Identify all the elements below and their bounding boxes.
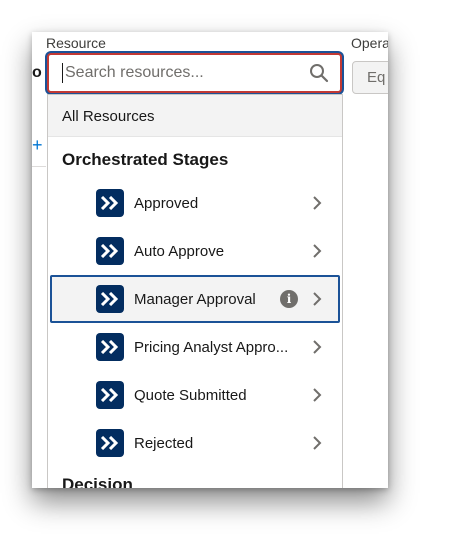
stage-item-label: Approved xyxy=(134,194,199,212)
stage-item-label: Manager Approval xyxy=(134,290,256,308)
chevron-right-double-icon xyxy=(96,333,124,361)
stage-item-quote-submitted[interactable]: Quote Submitted xyxy=(48,371,342,419)
text-cursor xyxy=(62,63,63,83)
chevron-right-double-icon xyxy=(96,237,124,265)
stage-item-label: Quote Submitted xyxy=(134,386,247,404)
info-icon[interactable]: i xyxy=(280,290,298,308)
all-resources-option[interactable]: All Resources xyxy=(48,95,342,137)
chevron-right-double-icon xyxy=(96,381,124,409)
stage-item-approved[interactable]: Approved xyxy=(48,179,342,227)
chevron-right-double-icon xyxy=(96,285,124,313)
chevron-right-icon[interactable] xyxy=(310,434,324,452)
stage-item-rejected[interactable]: Rejected xyxy=(48,419,342,467)
stage-item-manager-approval[interactable]: Manager Approval i xyxy=(50,275,340,323)
operator-select[interactable]: Eq xyxy=(352,61,388,94)
chevron-right-icon[interactable] xyxy=(310,338,324,356)
search-icon[interactable] xyxy=(308,62,330,84)
chevron-right-double-icon xyxy=(96,189,124,217)
resource-picker-panel: Resource Opera o + Eq All Resources Orch… xyxy=(32,32,388,488)
operator-value: Eq xyxy=(367,69,386,86)
stage-item-label: Auto Approve xyxy=(134,242,225,260)
divider xyxy=(32,166,46,167)
operator-field-label: Opera xyxy=(351,35,388,51)
resource-dropdown: All Resources Orchestrated Stages Approv… xyxy=(47,94,343,488)
chevron-right-icon[interactable] xyxy=(310,242,324,260)
chevron-right-double-icon xyxy=(96,429,124,457)
group-heading-decision: Decision xyxy=(62,475,133,488)
stage-item-label: Pricing Analyst Appro... xyxy=(134,338,289,356)
all-resources-label: All Resources xyxy=(62,108,155,125)
add-icon[interactable]: + xyxy=(32,136,43,154)
stage-item-pricing-analyst-approval[interactable]: Pricing Analyst Appro... xyxy=(48,323,342,371)
stage-item-label: Rejected xyxy=(134,434,194,452)
stage-item-auto-approve[interactable]: Auto Approve xyxy=(48,227,342,275)
chevron-right-icon[interactable] xyxy=(310,386,324,404)
resource-search-box[interactable] xyxy=(47,53,342,93)
group-heading-orchestrated-stages: Orchestrated Stages xyxy=(62,150,229,169)
chevron-right-icon[interactable] xyxy=(310,290,324,308)
search-input[interactable] xyxy=(65,64,308,82)
resource-field-label: Resource xyxy=(46,35,106,51)
chevron-right-icon[interactable] xyxy=(310,194,324,212)
clipped-left-text: o xyxy=(32,64,42,81)
